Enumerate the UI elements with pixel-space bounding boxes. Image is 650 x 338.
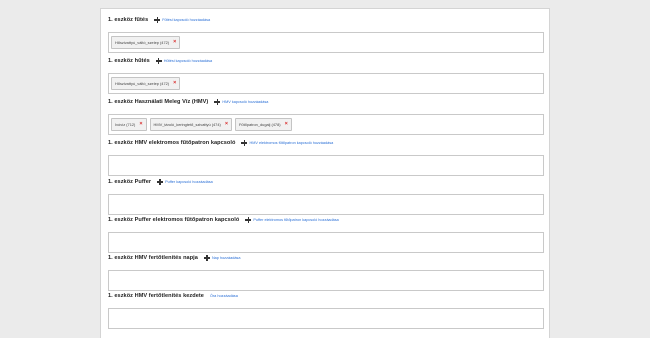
add-cooling-switch-button[interactable]: Hűtési kapcsoló hozzáadása bbox=[155, 58, 213, 64]
section-disinfection-start: 1. eszköz HMV fertőtlenítés kezdete Óra … bbox=[108, 290, 544, 329]
add-hour-button[interactable]: Óra hozzáadása bbox=[210, 294, 238, 298]
section-hot-water: 1. eszköz Használati Meleg Víz (HMV) HMV… bbox=[108, 96, 544, 135]
chip-label: Hőszivattyú_váltó_szelep (472) bbox=[115, 81, 170, 86]
cooling-switch-field[interactable]: Hőszivattyú_váltó_szelep (472) × bbox=[108, 73, 544, 94]
add-button-label: Fűtési kapcsoló hozzáadása bbox=[162, 18, 211, 22]
hot-water-heater-switch-field[interactable] bbox=[108, 155, 544, 176]
close-icon[interactable]: × bbox=[285, 121, 288, 128]
disinfection-day-field[interactable] bbox=[108, 270, 544, 291]
section-buffer: 1. eszköz Puffer Puffer kapcsoló hozzáad… bbox=[108, 176, 544, 215]
section-header: 1. eszköz Használati Meleg Víz (HMV) HMV… bbox=[108, 96, 544, 108]
section-title: 1. eszköz Puffer bbox=[108, 179, 152, 185]
section-title: 1. eszköz Használati Meleg Víz (HMV) bbox=[108, 99, 209, 105]
disinfection-start-field[interactable] bbox=[108, 308, 544, 329]
add-button-label: Hűtési kapcsoló hozzáadása bbox=[163, 59, 213, 63]
section-title: 1. eszköz HMV elektromos fűtőpatron kapc… bbox=[108, 140, 236, 146]
plus-icon bbox=[157, 179, 164, 185]
plus-icon bbox=[214, 99, 221, 105]
section-buffer-heater: 1. eszköz Puffer elektromos fűtőpatron k… bbox=[108, 214, 544, 253]
add-button-label: Puffer elektromos fűtőpatron kapcsoló ho… bbox=[253, 218, 339, 222]
section-heating: 1. eszköz fűtés Fűtési kapcsoló hozzáadá… bbox=[108, 14, 544, 53]
chip-label: Hőszivattyú_váltó_szelep (472) bbox=[115, 40, 170, 45]
section-title: 1. eszköz HMV fertőtlenítés kezdete bbox=[108, 293, 204, 299]
buffer-switch-field[interactable] bbox=[108, 194, 544, 215]
chip-label: Ivóvíz (712) bbox=[115, 122, 136, 127]
section-header: 1. eszköz HMV fertőtlenítés napja Nap ho… bbox=[108, 252, 544, 264]
buffer-heater-switch-field[interactable] bbox=[108, 232, 544, 253]
close-icon[interactable]: × bbox=[173, 39, 176, 46]
heating-switch-field[interactable]: Hőszivattyú_váltó_szelep (472) × bbox=[108, 32, 544, 53]
section-header: 1. eszköz hűtés Hűtési kapcsoló hozzáadá… bbox=[108, 55, 544, 67]
section-header: 1. eszköz fűtés Fűtési kapcsoló hozzáadá… bbox=[108, 14, 544, 26]
section-title: 1. eszköz Puffer elektromos fűtőpatron k… bbox=[108, 217, 240, 223]
add-hot-water-heater-switch-button[interactable]: HMV elektromos fűtőpatron kapcsoló hozzá… bbox=[241, 140, 333, 146]
add-heating-switch-button[interactable]: Fűtési kapcsoló hozzáadása bbox=[154, 17, 210, 23]
hot-water-switch-field[interactable]: Ivóvíz (712) × HMV_tároló_keringtető_szi… bbox=[108, 114, 544, 135]
add-button-label: HMV elektromos fűtőpatron kapcsoló hozzá… bbox=[249, 141, 334, 145]
plus-icon bbox=[241, 140, 248, 146]
selected-switch-chip: Fűtőpatron_dugalj (478) × bbox=[235, 118, 292, 131]
selected-switch-chip: Hőszivattyú_váltó_szelep (472) × bbox=[111, 36, 181, 49]
selected-switch-chip: Hőszivattyú_váltó_szelep (472) × bbox=[111, 77, 181, 90]
plus-icon bbox=[154, 17, 161, 23]
section-header: 1. eszköz Puffer elektromos fűtőpatron k… bbox=[108, 214, 544, 226]
plus-icon bbox=[245, 217, 252, 223]
section-title: 1. eszköz fűtés bbox=[108, 17, 149, 23]
add-buffer-switch-button[interactable]: Puffer kapcsoló hozzáadása bbox=[157, 179, 213, 185]
section-title: 1. eszköz hűtés bbox=[108, 58, 150, 64]
section-cooling: 1. eszköz hűtés Hűtési kapcsoló hozzáadá… bbox=[108, 55, 544, 94]
section-disinfection-day: 1. eszköz HMV fertőtlenítés napja Nap ho… bbox=[108, 252, 544, 291]
section-title: 1. eszköz HMV fertőtlenítés napja bbox=[108, 255, 198, 261]
settings-panel: 1. eszköz fűtés Fűtési kapcsoló hozzáadá… bbox=[100, 8, 550, 338]
selected-switch-chip: HMV_tároló_keringtető_szivattyú (474) × bbox=[149, 118, 233, 131]
add-hot-water-switch-button[interactable]: HMV kapcsoló hozzáadása bbox=[214, 99, 268, 105]
section-header: 1. eszköz Puffer Puffer kapcsoló hozzáad… bbox=[108, 176, 544, 188]
add-button-label: Óra hozzáadása bbox=[209, 294, 238, 298]
section-header: 1. eszköz HMV elektromos fűtőpatron kapc… bbox=[108, 137, 544, 149]
close-icon[interactable]: × bbox=[225, 121, 228, 128]
chip-label: HMV_tároló_keringtető_szivattyú (474) bbox=[153, 122, 221, 127]
close-icon[interactable]: × bbox=[139, 121, 142, 128]
add-button-label: HMV kapcsoló hozzáadása bbox=[222, 100, 269, 104]
plus-icon bbox=[155, 58, 162, 64]
selected-switch-chip: Ivóvíz (712) × bbox=[111, 118, 147, 131]
add-day-button[interactable]: Nap hozzáadása bbox=[203, 255, 241, 261]
add-buffer-heater-switch-button[interactable]: Puffer elektromos fűtőpatron kapcsoló ho… bbox=[245, 217, 339, 223]
add-button-label: Puffer kapcsoló hozzáadása bbox=[165, 180, 213, 184]
plus-icon bbox=[203, 255, 210, 261]
section-header: 1. eszköz HMV fertőtlenítés kezdete Óra … bbox=[108, 290, 544, 302]
add-button-label: Nap hozzáadása bbox=[211, 256, 241, 260]
chip-label: Fűtőpatron_dugalj (478) bbox=[239, 122, 281, 127]
close-icon[interactable]: × bbox=[173, 80, 176, 87]
section-hot-water-heater: 1. eszköz HMV elektromos fűtőpatron kapc… bbox=[108, 137, 544, 176]
